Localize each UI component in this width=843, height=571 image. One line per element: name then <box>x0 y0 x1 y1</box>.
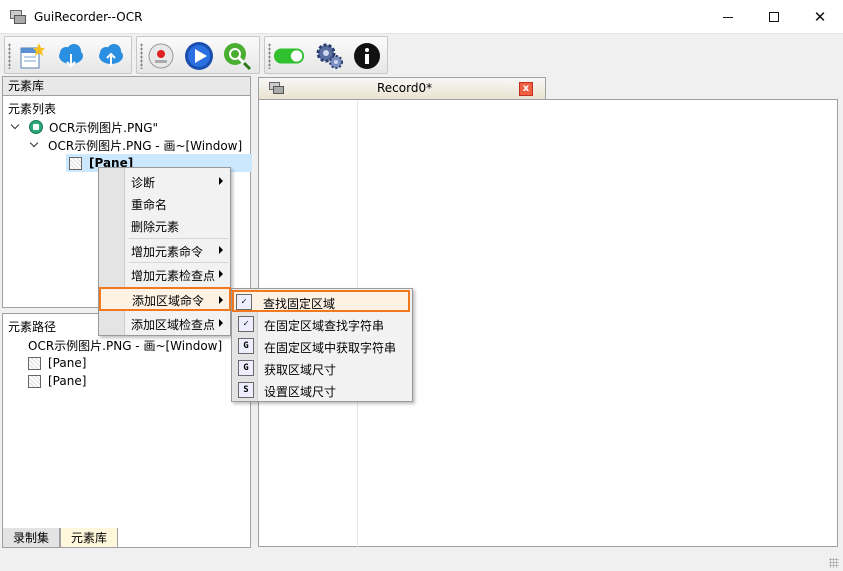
toolbar-grip[interactable] <box>8 43 11 69</box>
record-button[interactable] <box>145 41 177 71</box>
status-bar <box>0 549 843 571</box>
window-title: GuiRecorder--OCR <box>34 9 143 24</box>
element-list-label: 元素列表 <box>8 102 57 116</box>
tree-node-label: OCR示例图片.PNG" <box>49 120 159 135</box>
submenu-arrow-icon <box>219 246 223 254</box>
submenu-arrow-icon <box>219 177 223 185</box>
inspect-icon <box>224 43 252 71</box>
maximize-icon <box>769 12 779 22</box>
set-size-icon: S <box>238 382 254 398</box>
title-bar: GuiRecorder--OCR ✕ <box>0 0 843 34</box>
find-region-icon: ✓ <box>236 294 252 310</box>
download-cloud-icon <box>59 44 83 68</box>
pane-icon <box>28 374 41 388</box>
path-node-label: OCR示例图片.PNG - 画~[Window] <box>28 338 223 353</box>
tree-node-label: OCR示例图片.PNG - 画~[Window] <box>48 138 243 153</box>
new-record-button[interactable] <box>15 41 47 71</box>
submenu-item-label: 在固定区域查找字符串 <box>264 319 385 333</box>
menu-item-diagnose[interactable]: 诊断 <box>101 170 229 192</box>
toggle-icon <box>273 48 305 64</box>
tree-node-window[interactable]: OCR示例图片.PNG - 画~[Window] <box>30 136 242 154</box>
settings-button[interactable] <box>313 41 345 71</box>
tab-title: Record0* <box>377 81 433 95</box>
submenu-item-get-size[interactable]: G 获取区域尺寸 <box>234 357 412 379</box>
submenu-item-label: 设置区域尺寸 <box>264 385 337 399</box>
minimize-button[interactable] <box>705 0 751 34</box>
submenu-item-get-string[interactable]: G 在固定区域中获取字符串 <box>234 335 412 357</box>
tab-record-set[interactable]: 录制集 <box>2 528 61 548</box>
submenu-item-label: 在固定区域中获取字符串 <box>264 341 397 355</box>
panel-header: 元素库 <box>2 76 251 96</box>
info-button[interactable] <box>351 41 383 71</box>
menu-item-label: 删除元素 <box>131 220 180 234</box>
menu-item-add-element-command[interactable]: 增加元素命令 <box>101 239 229 261</box>
path-node-label: [Pane] <box>48 356 87 370</box>
bottom-tabs: 录制集 元素库 <box>2 528 119 548</box>
element-path-label: 元素路径 <box>8 320 57 334</box>
record-icon <box>148 43 174 69</box>
download-button[interactable] <box>55 41 87 71</box>
inspect-button[interactable] <box>221 41 253 71</box>
close-icon: ✕ <box>813 8 827 26</box>
toolbar-group-record <box>136 36 260 74</box>
submenu-arrow-icon <box>219 296 223 304</box>
menu-item-label: 添加区域命令 <box>132 294 205 308</box>
resize-grip-icon[interactable] <box>829 558 839 568</box>
find-string-icon: ✓ <box>238 316 254 332</box>
close-button[interactable]: ✕ <box>797 0 843 34</box>
submenu-item-find-string[interactable]: ✓ 在固定区域查找字符串 <box>234 313 412 335</box>
menu-item-add-region-checkpoint[interactable]: 添加区域检查点 <box>101 312 229 334</box>
submenu-item-set-size[interactable]: S 设置区域尺寸 <box>234 379 412 401</box>
image-node-icon <box>29 120 43 134</box>
tab-close-icon[interactable]: x <box>519 82 533 96</box>
element-path-tree: 元素路径 OCR示例图片.PNG - 画~[Window] [Pane] [Pa… <box>2 313 251 548</box>
upload-button[interactable] <box>95 41 127 71</box>
menu-item-add-region-command[interactable]: 添加区域命令 <box>99 287 231 311</box>
toolbar-grip[interactable] <box>268 43 271 69</box>
submenu-item-find-region[interactable]: ✓ 查找固定区域 <box>232 290 410 312</box>
toolbar-group-settings <box>264 36 388 74</box>
menu-item-label: 增加元素命令 <box>131 245 204 259</box>
menu-item-label: 增加元素检查点 <box>131 269 216 283</box>
minimize-icon <box>723 16 733 18</box>
path-node-label: [Pane] <box>48 374 87 388</box>
menu-item-delete[interactable]: 删除元素 <box>101 214 229 236</box>
pane-icon <box>69 156 82 170</box>
menu-item-label: 添加区域检查点 <box>131 318 216 332</box>
pane-icon <box>28 356 41 370</box>
toolbar <box>0 34 843 76</box>
region-command-submenu: ✓ 查找固定区域 ✓ 在固定区域查找字符串 G 在固定区域中获取字符串 G 获取… <box>231 288 413 402</box>
get-string-icon: G <box>238 338 254 354</box>
toolbar-grip[interactable] <box>140 43 143 69</box>
new-record-icon <box>20 43 45 69</box>
upload-cloud-icon <box>99 44 123 66</box>
path-node-window[interactable]: OCR示例图片.PNG - 画~[Window] <box>28 336 222 354</box>
app-icon <box>10 9 26 24</box>
submenu-arrow-icon <box>219 319 223 327</box>
toolbar-group-file <box>4 36 132 74</box>
play-button[interactable] <box>183 41 215 71</box>
chevron-down-icon[interactable] <box>30 140 40 150</box>
submenu-item-label: 查找固定区域 <box>263 297 336 311</box>
tab-element-library[interactable]: 元素库 <box>60 528 119 548</box>
info-icon <box>354 43 380 69</box>
menu-item-label: 重命名 <box>131 198 168 212</box>
submenu-item-label: 获取区域尺寸 <box>264 363 337 377</box>
menu-item-add-element-checkpoint[interactable]: 增加元素检查点 <box>101 263 229 285</box>
path-node-pane[interactable]: [Pane] <box>28 354 86 372</box>
get-size-icon: G <box>238 360 254 376</box>
menu-item-rename[interactable]: 重命名 <box>101 192 229 214</box>
path-node-pane[interactable]: [Pane] <box>28 372 86 390</box>
toggle-button[interactable] <box>273 41 305 71</box>
maximize-button[interactable] <box>751 0 797 34</box>
submenu-arrow-icon <box>219 270 223 278</box>
chevron-down-icon[interactable] <box>11 122 21 132</box>
play-icon <box>185 42 213 70</box>
tab-record0[interactable]: Record0* x <box>258 77 546 99</box>
settings-icon <box>316 43 343 69</box>
menu-item-label: 诊断 <box>131 176 156 190</box>
context-menu: 诊断 重命名 删除元素 增加元素命令 增加元素检查点 添加区域命令 添加区域检查… <box>98 167 231 336</box>
tree-node-root[interactable]: OCR示例图片.PNG" <box>11 118 158 136</box>
record-tab-icon <box>269 82 285 95</box>
